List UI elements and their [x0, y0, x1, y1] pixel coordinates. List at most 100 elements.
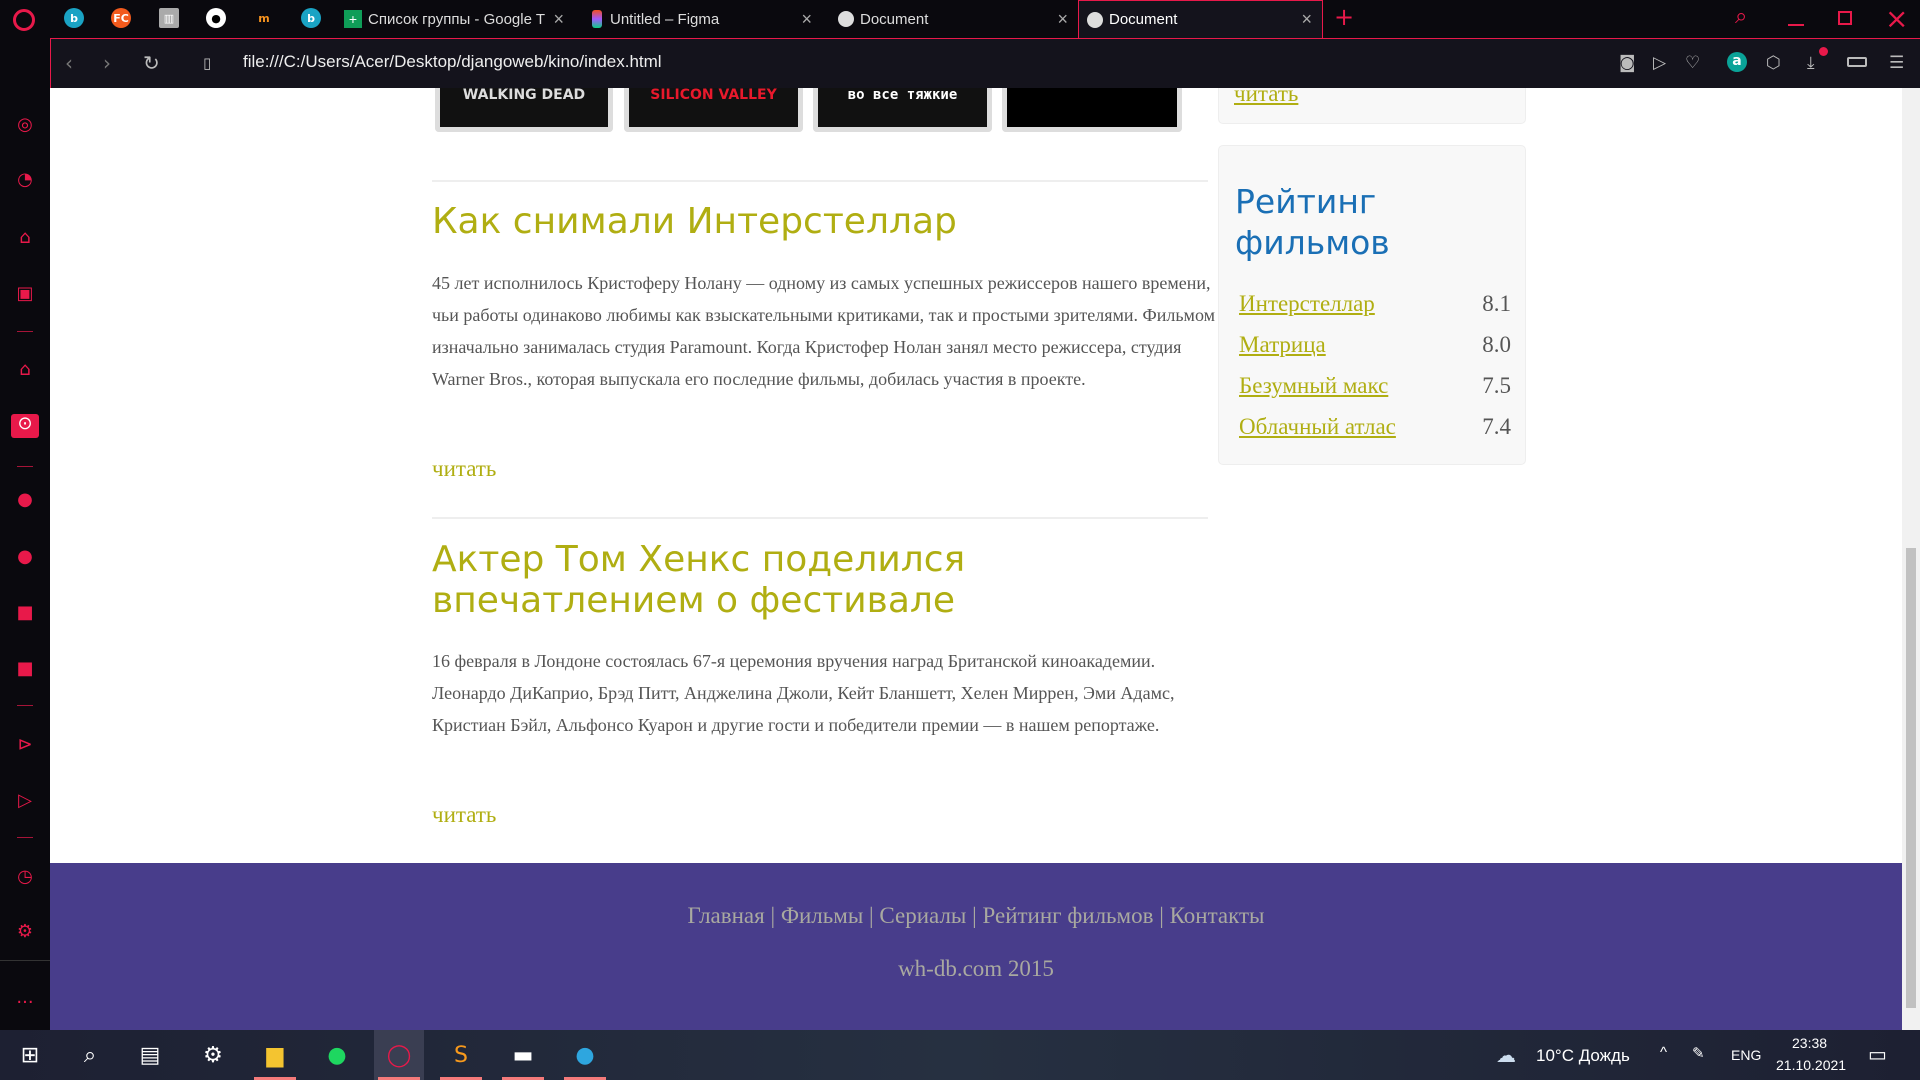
archive-icon[interactable]: ▥	[159, 8, 179, 28]
opera-sidebar: ◎ ◔ ⌂ ▣ ⌂ ⊙ ● ● ■ ■ ⊳ ▷ ◷ ⚙ ···	[0, 38, 50, 1030]
extension-a-icon[interactable]: a	[1727, 52, 1747, 72]
download-icon[interactable]: ⤓	[1807, 47, 1828, 73]
sublime-text-icon[interactable]: S	[436, 1030, 486, 1080]
settings-icon[interactable]: ⚙	[188, 1030, 238, 1080]
article-title[interactable]: Актер Том Хенкс поделился впечатлением о…	[432, 539, 1232, 621]
terminal-icon[interactable]: ▬	[498, 1030, 548, 1080]
read-more-link[interactable]: читать	[432, 456, 496, 482]
notifications-icon[interactable]: ▭	[1868, 1042, 1887, 1067]
new-tab-button[interactable]: +	[1334, 3, 1354, 31]
tab-google-sheets[interactable]: + Список группы - Google T ×	[344, 0, 574, 38]
settings-icon[interactable]: ⚙	[13, 922, 37, 942]
footer-link-home[interactable]: Главная	[688, 903, 765, 928]
send-icon[interactable]: ▷	[1653, 53, 1666, 73]
opera-gx-icon[interactable]: ◯	[374, 1030, 424, 1080]
player-icon[interactable]: ⊳	[13, 735, 37, 755]
cleaner-icon[interactable]: ⌂	[13, 228, 37, 248]
heart-icon[interactable]: ♡	[1685, 53, 1700, 73]
settings-sliders-icon[interactable]: ☰	[1889, 53, 1904, 73]
rating-score: 8.1	[1482, 291, 1511, 316]
rating-film-link[interactable]: Интерстеллар	[1239, 291, 1375, 317]
reload-button[interactable]: ↻	[143, 51, 160, 75]
clock-time[interactable]: 23:38	[1792, 1035, 1827, 1051]
tab-document-active[interactable]: Document ×	[1078, 0, 1323, 38]
fc-icon[interactable]: FC	[111, 8, 131, 28]
article-text: 16 февраля в Лондоне состоялась 67-я цер…	[432, 651, 1175, 735]
forward-button[interactable]: ›	[103, 51, 111, 75]
start-button[interactable]: ⊞	[5, 1030, 55, 1080]
poster[interactable]: WALKING DEAD	[435, 88, 613, 132]
taskbar: ⊞ ⌕ ▤ ⚙ ▆ ● ◯ S ▬ ● ☁ 10°C Дождь ^ ✎ ENG…	[0, 1030, 1920, 1080]
rating-film-link[interactable]: Матрица	[1239, 332, 1326, 358]
search-icon[interactable]: ⌕	[65, 1030, 115, 1080]
rating-film-link[interactable]: Облачный атлас	[1239, 414, 1396, 440]
close-tab-icon[interactable]: ×	[1057, 9, 1068, 30]
bing-icon[interactable]: b	[301, 8, 321, 28]
poster[interactable]: SILICON VALLEY	[624, 88, 803, 132]
close-tab-icon[interactable]: ×	[801, 9, 812, 30]
footer-link-contacts[interactable]: Контакты	[1170, 903, 1265, 928]
close-tab-icon[interactable]: ×	[1301, 9, 1312, 30]
footer-link-series[interactable]: Сериалы	[879, 903, 966, 928]
instagram-icon[interactable]: ■	[13, 659, 37, 679]
clock-date[interactable]: 21.10.2021	[1776, 1057, 1846, 1073]
vk-icon[interactable]: ■	[13, 603, 37, 623]
web-page: WALKING DEAD SILICON VALLEY во все тяжки…	[50, 88, 1902, 1030]
read-more-link[interactable]: читать	[1234, 88, 1298, 107]
rating-row: Безумный макс 7.5	[1239, 373, 1511, 399]
send-icon[interactable]: ▷	[13, 791, 37, 811]
file-icon: ▯	[203, 54, 212, 72]
gx-corner-icon[interactable]: ⊙	[11, 414, 39, 438]
close-tab-icon[interactable]: ×	[553, 9, 564, 30]
globe-icon	[838, 11, 854, 27]
bing-icon[interactable]: b	[64, 8, 84, 28]
figma-icon	[592, 10, 602, 28]
weather-icon[interactable]: ☁	[1496, 1043, 1516, 1068]
cube-icon[interactable]: ⬡	[1766, 53, 1781, 73]
minimize-button[interactable]	[1788, 24, 1804, 26]
telegram-icon[interactable]: ●	[560, 1030, 610, 1080]
poster[interactable]	[1002, 88, 1182, 132]
more-icon[interactable]: ···	[13, 993, 37, 1013]
address-bar: ‹ › ↻ ▯ file:///C:/Users/Acer/Desktop/dj…	[50, 38, 1920, 88]
pen-icon[interactable]: ✎	[1692, 1044, 1705, 1062]
close-window-button[interactable]: ×	[1885, 2, 1908, 35]
article-title[interactable]: Как снимали Интерстеллар	[432, 201, 1232, 242]
read-more-link[interactable]: читать	[432, 802, 496, 828]
tab-figma[interactable]: Untitled – Figma ×	[592, 0, 822, 38]
whatsapp-icon[interactable]: ●	[13, 490, 37, 510]
twitch-icon[interactable]: ▣	[13, 284, 37, 304]
tab-document[interactable]: Document ×	[838, 0, 1078, 38]
tab-bar: b FC ▥ ● m b + Список группы - Google T × …	[0, 0, 1920, 38]
search-tabs-icon[interactable]: ⌕	[1735, 4, 1747, 29]
tray-chevron-icon[interactable]: ^	[1660, 1044, 1667, 1061]
battery-icon[interactable]	[1847, 57, 1867, 67]
footer-link-rating[interactable]: Рейтинг фильмов	[983, 903, 1154, 928]
github-icon[interactable]: ●	[206, 8, 226, 28]
divider	[432, 180, 1208, 182]
home-icon[interactable]: ⌂	[13, 360, 37, 380]
moodle-icon[interactable]: m	[254, 8, 274, 28]
rating-film-link[interactable]: Безумный макс	[1239, 373, 1388, 399]
gamepad-icon[interactable]: ◎	[13, 115, 37, 135]
back-button[interactable]: ‹	[65, 51, 73, 75]
footer-link-films[interactable]: Фильмы	[781, 903, 863, 928]
spotify-icon[interactable]: ●	[312, 1030, 362, 1080]
weather-text[interactable]: 10°C Дождь	[1536, 1046, 1630, 1066]
scrollbar[interactable]	[1902, 88, 1920, 1030]
poster[interactable]: во все тяжкие	[813, 88, 992, 132]
rating-title: Рейтинг фильмов	[1235, 182, 1390, 262]
language-indicator[interactable]: ENG	[1731, 1047, 1761, 1063]
url-field[interactable]: file:///C:/Users/Acer/Desktop/djangoweb/…	[243, 52, 662, 72]
camera-icon[interactable]: ◙	[1619, 53, 1636, 73]
opera-logo-icon[interactable]	[13, 9, 35, 31]
scrollbar-thumb[interactable]	[1906, 548, 1916, 1008]
telegram-icon[interactable]: ●	[13, 547, 37, 567]
speedometer-icon[interactable]: ◔	[13, 170, 37, 190]
rating-row: Интерстеллар 8.1	[1239, 291, 1511, 317]
task-view-icon[interactable]: ▤	[125, 1030, 175, 1080]
restore-button[interactable]	[1838, 11, 1852, 25]
history-icon[interactable]: ◷	[13, 867, 37, 887]
rating-score: 7.4	[1482, 414, 1511, 439]
file-explorer-icon[interactable]: ▆	[250, 1030, 300, 1080]
